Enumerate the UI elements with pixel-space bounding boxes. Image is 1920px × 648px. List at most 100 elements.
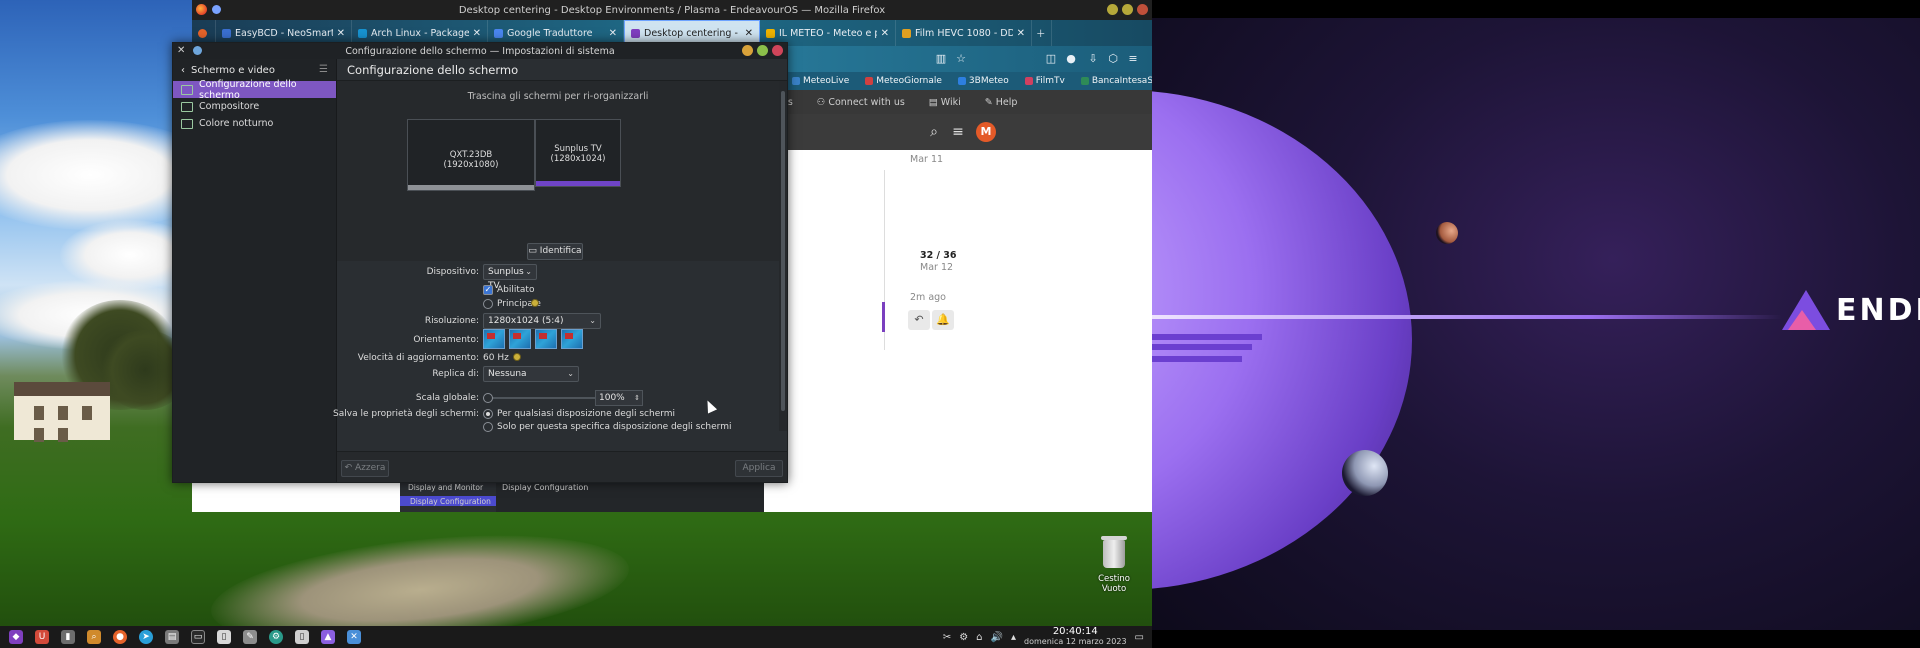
reset-button[interactable]: ↶ Azzera — [341, 460, 389, 477]
close-icon[interactable]: ✕ — [1017, 28, 1025, 39]
clock[interactable]: 20:40:14 domenica 12 marzo 2023 — [1024, 627, 1127, 647]
orientation-portrait-right-button[interactable] — [561, 329, 583, 349]
pin-icon[interactable] — [212, 5, 221, 14]
taskbar-app[interactable]: ▤ — [162, 627, 182, 647]
reader-view-icon[interactable]: ▥ — [934, 52, 948, 66]
settings-titlebar[interactable]: ✕ Configurazione dello schermo — Imposta… — [173, 43, 787, 59]
close-icon[interactable]: ✕ — [337, 28, 345, 39]
resolution-value: 1280x1024 (5:4) — [488, 316, 564, 326]
maximize-button[interactable] — [757, 45, 768, 56]
taskbar-app-active[interactable]: ✕ — [344, 627, 364, 647]
taskbar-app[interactable]: ▭ — [188, 627, 208, 647]
enabled-checkbox[interactable]: ✓ — [483, 285, 493, 295]
show-desktop-icon[interactable]: ▭ — [1135, 632, 1144, 643]
primary-radio[interactable] — [483, 299, 493, 309]
slider-handle[interactable] — [483, 393, 493, 403]
close-button[interactable] — [1137, 4, 1148, 15]
hamburger-menu-icon[interactable]: ≡ — [950, 124, 966, 140]
planet-ring — [1152, 315, 1782, 319]
trash-desktop-icon[interactable]: Cestino Vuoto — [1092, 536, 1136, 594]
taskbar-app[interactable]: ▯ — [292, 627, 312, 647]
orientation-portrait-left-button[interactable] — [509, 329, 531, 349]
apply-button[interactable]: Applica — [735, 460, 783, 477]
firefox-titlebar[interactable]: Desktop centering - Desktop Environments… — [192, 0, 1152, 20]
site-nav-label: Wiki — [940, 96, 961, 108]
new-tab-button[interactable]: ＋ — [1032, 20, 1052, 46]
taskbar-app[interactable]: ⚙ — [266, 627, 286, 647]
bookmark-item[interactable]: MeteoGiornale — [865, 76, 942, 86]
sidebar-back-button[interactable]: ‹ Schermo e video ☰ — [173, 59, 336, 81]
resolution-combo[interactable]: 1280x1024 (5:4) ⌄ — [483, 313, 601, 329]
search-icon[interactable]: ⌕ — [926, 124, 942, 140]
sidebar-item-compositor[interactable]: Compositore — [173, 98, 336, 115]
close-icon[interactable]: ✕ — [881, 28, 889, 39]
save-this-layout-radio[interactable] — [483, 422, 493, 432]
taskbar-app[interactable]: ▮ — [58, 627, 78, 647]
screen-arrangement-area[interactable]: Trascina gli schermi per ri-organizzarli… — [337, 81, 779, 261]
bookmark-item[interactable]: FilmTv — [1024, 76, 1065, 86]
notification-bell-button[interactable]: 🔔 — [932, 310, 954, 330]
minimize-button[interactable] — [1107, 4, 1118, 15]
pocket-icon[interactable]: ◫ — [1044, 52, 1058, 66]
menu-icon[interactable]: ☰ — [319, 64, 328, 75]
screen-tile-sunplus[interactable]: Sunplus TV (1280x1024) — [535, 119, 621, 187]
screen-tile-qxt[interactable]: QXT.23DB (1920x1080) — [407, 119, 535, 191]
site-nav-connect[interactable]: ⚇ Connect with us — [817, 97, 905, 108]
account-icon[interactable]: ● — [1064, 52, 1078, 66]
pin-icon[interactable] — [193, 46, 202, 55]
bookmark-item[interactable]: 3BMeteo — [957, 76, 1009, 86]
close-icon[interactable]: ✕ — [473, 28, 481, 39]
orientation-landscape-flipped-button[interactable] — [535, 329, 557, 349]
network-icon[interactable]: ⌂ — [976, 632, 982, 643]
network-settings-icon[interactable]: ⚙ — [959, 632, 968, 643]
orientation-landscape-button[interactable] — [483, 329, 505, 349]
user-avatar[interactable]: M — [976, 122, 996, 142]
bookmark-star-icon[interactable]: ☆ — [954, 52, 968, 66]
menu-icon[interactable]: ≡ — [1126, 52, 1140, 66]
site-nav-wiki[interactable]: ▤ Wiki — [929, 97, 961, 108]
screen-color-bar — [408, 185, 534, 190]
scissors-icon[interactable]: ✂ — [943, 632, 951, 643]
taskbar-app[interactable]: ⌕ — [84, 627, 104, 647]
minimize-button[interactable] — [742, 45, 753, 56]
reply-button[interactable]: ↶ — [908, 310, 930, 330]
taskbar-app[interactable]: ● — [110, 627, 130, 647]
maximize-button[interactable] — [1122, 4, 1133, 15]
scale-slider[interactable] — [483, 393, 597, 403]
taskbar-app[interactable]: ✎ — [240, 627, 260, 647]
sidebar-item-display-configuration[interactable]: Configurazione dello schermo — [173, 78, 336, 101]
timeline-date-top: Mar 11 — [910, 154, 944, 165]
sidebar-item-night-color[interactable]: Colore notturno — [173, 115, 336, 132]
downloads-icon[interactable]: ⇩ — [1086, 52, 1100, 66]
tab[interactable]: Film HEVC 1080 - DDLVal ✕ — [896, 20, 1032, 46]
preview-sidebar-item: Display Configuration — [410, 497, 491, 506]
taskbar-app[interactable]: ▯ — [214, 627, 234, 647]
extensions-icon[interactable]: ⬡ — [1106, 52, 1120, 66]
close-icon[interactable]: ✕ — [609, 28, 617, 39]
bookmark-item[interactable]: BancaIntesaSanPaolo — [1080, 76, 1152, 86]
moon — [1436, 222, 1458, 244]
device-combo[interactable]: Sunplus TV ⌄ — [483, 264, 537, 291]
screen-border — [1152, 0, 1920, 18]
taskbar-app[interactable]: ▲ — [318, 627, 338, 647]
site-nav-help[interactable]: ✎ Help — [985, 97, 1018, 108]
save-any-layout-radio[interactable] — [483, 409, 493, 419]
taskbar-app[interactable]: U — [32, 627, 52, 647]
bookmark-item[interactable]: MeteoLive — [792, 76, 849, 86]
spin-arrows-icon[interactable]: ⇕ — [634, 391, 640, 405]
replica-combo[interactable]: Nessuna ⌄ — [483, 366, 579, 382]
search-icon: ⌕ — [87, 630, 101, 644]
timeline-position: 32 / 36 — [920, 250, 957, 261]
application-launcher-button[interactable]: ◆ — [6, 627, 26, 647]
scale-spinbox[interactable]: 100% ⇕ — [595, 390, 643, 406]
close-icon[interactable]: ✕ — [745, 28, 753, 39]
scrollbar-thumb[interactable] — [781, 91, 785, 411]
tray-expand-icon[interactable]: ▴ — [1011, 632, 1016, 643]
volume-icon[interactable]: 🔊 — [991, 632, 1003, 643]
scrollbar[interactable] — [779, 81, 787, 431]
taskbar-app[interactable]: ➤ — [136, 627, 156, 647]
sidebar-item-label: Configurazione dello schermo — [199, 78, 297, 101]
close-button[interactable] — [772, 45, 783, 56]
timeline-handle[interactable] — [882, 302, 885, 332]
identify-button[interactable]: ▭ Identifica — [527, 243, 583, 260]
